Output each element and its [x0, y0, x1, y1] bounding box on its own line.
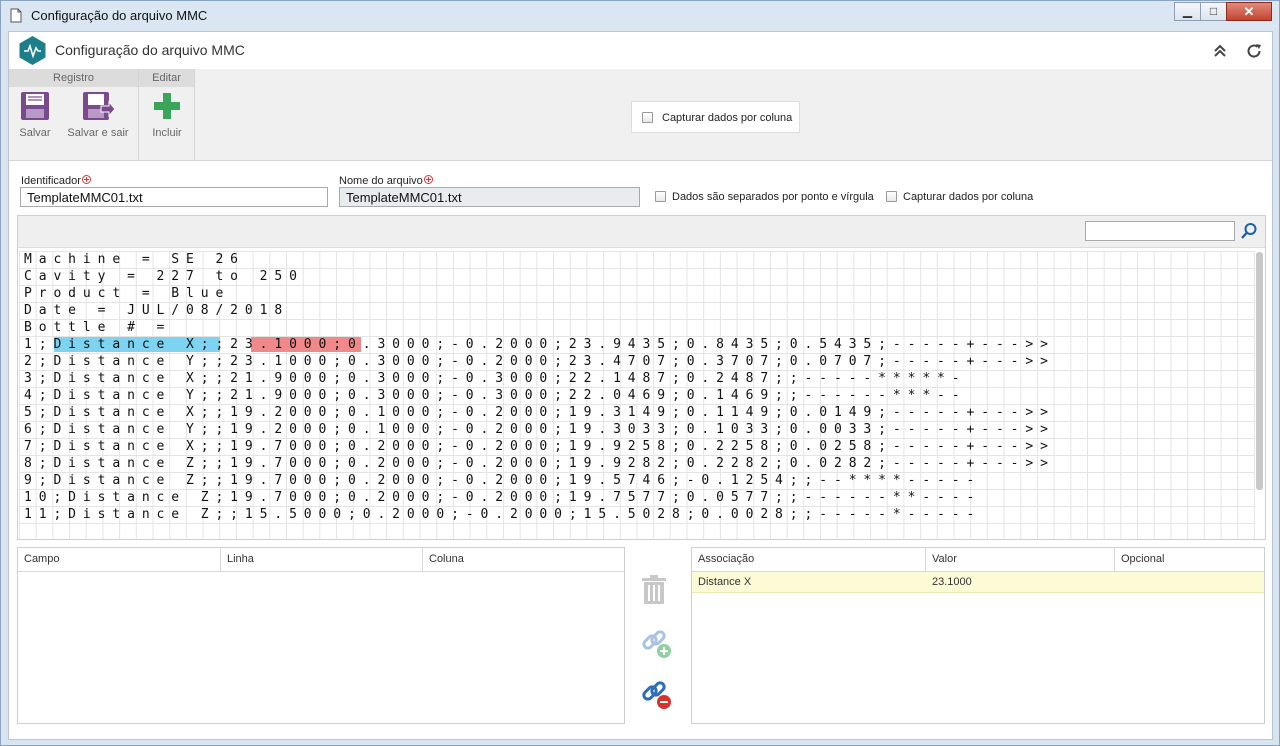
ribbon-group-title: Editar: [139, 69, 194, 87]
value-cell: 23.1000: [932, 576, 972, 588]
app-logo-icon: [19, 36, 46, 65]
file-line: 2;Distance Y;;23.1000;0.3000;-0.2000;23.…: [24, 354, 1055, 369]
semicolon-checkbox[interactable]: Dados são separados por ponto e vírgula: [655, 191, 874, 203]
file-line: 3;Distance X;;21.9000;0.3000;-0.3000;22.…: [24, 371, 967, 386]
maximize-button[interactable]: □: [1200, 2, 1227, 21]
ribbon-capture-label: Capturar dados por coluna: [662, 112, 793, 124]
filename-label: Nome do arquivo: [339, 175, 433, 187]
maximize-icon: □: [1209, 4, 1218, 18]
ribbon-capture-checkbox[interactable]: Capturar dados por coluna: [631, 101, 800, 133]
column-header-associacao[interactable]: Associação: [692, 548, 926, 571]
file-line: 10;Distance Z;19.7000;0.2000;-0.2000;19.…: [24, 490, 982, 505]
file-line: 7;Distance X;;19.7000;0.2000;-0.2000;19.…: [24, 439, 1055, 454]
link-add-icon[interactable]: [639, 626, 673, 660]
filename-field: TemplateMMC01.txt: [339, 187, 640, 207]
plus-icon: [154, 93, 180, 119]
file-line: 1;Distance X;;23.1000;0.3000;-0.2000;23.…: [24, 337, 1055, 352]
file-line: 11;Distance Z;;15.5000;0.2000;-0.2000;15…: [24, 507, 982, 522]
document-icon: [10, 8, 22, 23]
required-icon: [81, 175, 91, 184]
panel-toolbar: [18, 216, 1265, 248]
file-line: 6;Distance Y;;19.2000;0.1000;-0.2000;19.…: [24, 422, 1055, 437]
client-area: Configuração do arquivo MMC Registro Sal…: [8, 31, 1273, 740]
file-line: Machine = SE 26: [24, 252, 245, 267]
close-button[interactable]: ✕: [1226, 2, 1272, 21]
link-remove-icon[interactable]: [639, 677, 673, 711]
file-line: Date = JUL/08/2018: [24, 303, 290, 318]
column-header-campo[interactable]: Campo: [18, 548, 221, 571]
capture-column-checkbox[interactable]: Capturar dados por coluna: [886, 191, 1033, 203]
checkbox-box[interactable]: [886, 191, 897, 202]
ribbon-group-title: Registro: [9, 69, 138, 87]
search-input[interactable]: [1085, 221, 1235, 241]
capture-column-label: Capturar dados por coluna: [903, 191, 1034, 203]
save-and-exit-button[interactable]: Salvar e sair: [65, 91, 131, 139]
file-preview-panel: Machine = SE 26 Cavity = 227 to 250 Produc…: [17, 215, 1266, 540]
association-table: Associação Valor Opcional Distance X 23.…: [691, 547, 1265, 724]
file-content-grid[interactable]: Machine = SE 26 Cavity = 227 to 250 Produc…: [19, 251, 1255, 539]
vertical-scrollbar[interactable]: [1256, 252, 1263, 490]
checkbox-box[interactable]: [642, 112, 653, 123]
filename-label-text: Nome do arquivo: [339, 175, 423, 187]
required-icon: [423, 175, 433, 184]
save-button[interactable]: Salvar: [17, 91, 53, 139]
minimize-button[interactable]: ▁: [1174, 2, 1201, 21]
app-window: Configuração do arquivo MMC ▁ □ ✕ Config…: [0, 0, 1280, 746]
file-line: Bottle # =: [24, 320, 172, 335]
add-button[interactable]: Incluir: [147, 91, 187, 139]
add-label: Incluir: [152, 127, 182, 139]
file-line: 5;Distance X;;19.2000;0.1000;-0.2000;19.…: [24, 405, 1055, 420]
trash-icon[interactable]: [639, 573, 669, 607]
checkbox-box[interactable]: [655, 191, 666, 202]
save-and-exit-icon: [83, 92, 115, 120]
window-controls: ▁ □ ✕: [1174, 2, 1272, 21]
title-bar: Configuração do arquivo MMC ▁ □ ✕: [1, 1, 1279, 31]
ribbon-group-editar: Editar Incluir: [139, 69, 195, 161]
file-line: Product = Blue: [24, 286, 231, 301]
column-header-valor[interactable]: Valor: [926, 548, 1115, 571]
app-header: Configuração do arquivo MMC: [9, 32, 1272, 69]
identifier-label: Identificador: [21, 175, 91, 187]
ribbon-group-registro: Registro Salvar Salvar e sair: [9, 69, 139, 161]
minimize-icon: ▁: [1182, 4, 1193, 18]
save-icon: [21, 92, 49, 120]
column-header-opcional[interactable]: Opcional: [1115, 548, 1264, 571]
collapse-icon[interactable]: [1210, 41, 1230, 61]
file-line: 9;Distance Z;;19.7000;0.2000;-0.2000;19.…: [24, 473, 982, 488]
file-line: 8;Distance Z;;19.7000;0.2000;-0.2000;19.…: [24, 456, 1055, 471]
window-title: Configuração do arquivo MMC: [31, 8, 208, 23]
ribbon-toolbar: Registro Salvar Salvar e sair Editar Inc…: [9, 69, 1272, 161]
association-table-header: Associação Valor Opcional: [692, 548, 1264, 572]
table-row[interactable]: Distance X 23.1000: [692, 572, 1264, 593]
fields-table-header: Campo Linha Coluna: [18, 548, 624, 572]
column-header-coluna[interactable]: Coluna: [423, 548, 624, 571]
page-title: Configuração do arquivo MMC: [55, 42, 245, 58]
file-line: 4;Distance Y;;21.9000;0.3000;-0.3000;22.…: [24, 388, 967, 403]
refresh-icon[interactable]: [1244, 41, 1264, 61]
file-line: Cavity = 227 to 250: [24, 269, 304, 284]
column-header-linha[interactable]: Linha: [221, 548, 423, 571]
search-icon[interactable]: [1240, 222, 1258, 240]
identifier-label-text: Identificador: [21, 175, 81, 187]
optional-cell: [1115, 572, 1264, 592]
close-icon: ✕: [1243, 4, 1255, 19]
save-and-exit-label: Salvar e sair: [67, 127, 129, 139]
save-label: Salvar: [19, 127, 51, 139]
assoc-cell: Distance X: [698, 576, 752, 588]
identifier-field[interactable]: TemplateMMC01.txt: [20, 187, 328, 207]
semicolon-label: Dados são separados por ponto e vírgula: [672, 191, 874, 203]
fields-table: Campo Linha Coluna: [17, 547, 625, 724]
